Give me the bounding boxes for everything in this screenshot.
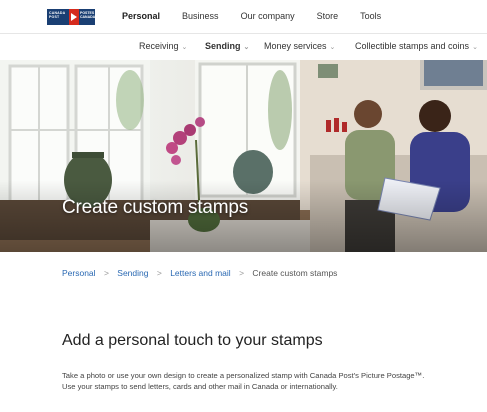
chevron-down-icon: ⌄ xyxy=(329,44,336,51)
hero-image xyxy=(0,60,487,252)
nav-item-business[interactable]: Business xyxy=(182,11,219,21)
main-nav: Personal Business Our company Store Tool… xyxy=(122,11,403,21)
chevron-down-icon: ⌄ xyxy=(472,44,478,51)
intro-paragraph: Take a photo or use your own design to c… xyxy=(62,371,425,392)
breadcrumb-current: Create custom stamps xyxy=(252,268,338,278)
breadcrumb: Personal > Sending > Letters and mail > … xyxy=(62,268,337,278)
subnav-label-money-services: Money services xyxy=(264,41,327,51)
breadcrumb-link-sending[interactable]: Sending xyxy=(117,268,148,278)
canada-post-logo[interactable]: CANADA POST POSTES CANADA xyxy=(47,9,95,25)
logo-flag-icon xyxy=(69,9,79,25)
subnav-label-receiving: Receiving xyxy=(139,41,179,51)
hero-title: Create custom stamps xyxy=(62,197,249,218)
subnav-label-sending: Sending xyxy=(205,41,241,51)
subnav-label-collectibles: Collectible stamps and coins xyxy=(355,41,470,51)
breadcrumb-separator-icon: > xyxy=(103,268,109,278)
logo-wordmark-english: CANADA POST xyxy=(47,9,69,25)
nav-item-store[interactable]: Store xyxy=(317,11,339,21)
nav-item-personal[interactable]: Personal xyxy=(122,11,160,21)
subnav-item-collectibles[interactable]: Collectible stamps and coins ⌄ xyxy=(355,41,478,51)
breadcrumb-separator-icon: > xyxy=(239,268,245,278)
subnav-item-sending[interactable]: Sending ⌄ xyxy=(205,41,249,51)
hero-photo-illustration xyxy=(0,60,487,252)
breadcrumb-separator-icon: > xyxy=(156,268,162,278)
page-heading: Add a personal touch to your stamps xyxy=(62,332,323,349)
sub-nav: Receiving ⌄ Sending ⌄ Money services ⌄ Coll… xyxy=(0,36,487,58)
breadcrumb-link-personal[interactable]: Personal xyxy=(62,268,96,278)
chevron-down-icon: ⌄ xyxy=(243,44,250,51)
breadcrumb-link-letters-mail[interactable]: Letters and mail xyxy=(170,268,230,278)
top-bar: CANADA POST POSTES CANADA Personal Busin… xyxy=(0,0,487,33)
logo-line-post: POST xyxy=(49,15,60,19)
logo-line-canada-fr: CANADA xyxy=(80,15,96,19)
chevron-down-icon: ⌄ xyxy=(181,44,188,51)
subnav-item-receiving[interactable]: Receiving ⌄ xyxy=(139,41,187,51)
nav-item-our-company[interactable]: Our company xyxy=(241,11,295,21)
nav-item-tools[interactable]: Tools xyxy=(360,11,381,21)
subnav-item-money-services[interactable]: Money services ⌄ xyxy=(264,41,335,51)
logo-wordmark-french: POSTES CANADA xyxy=(79,9,95,25)
header-divider xyxy=(0,33,487,34)
